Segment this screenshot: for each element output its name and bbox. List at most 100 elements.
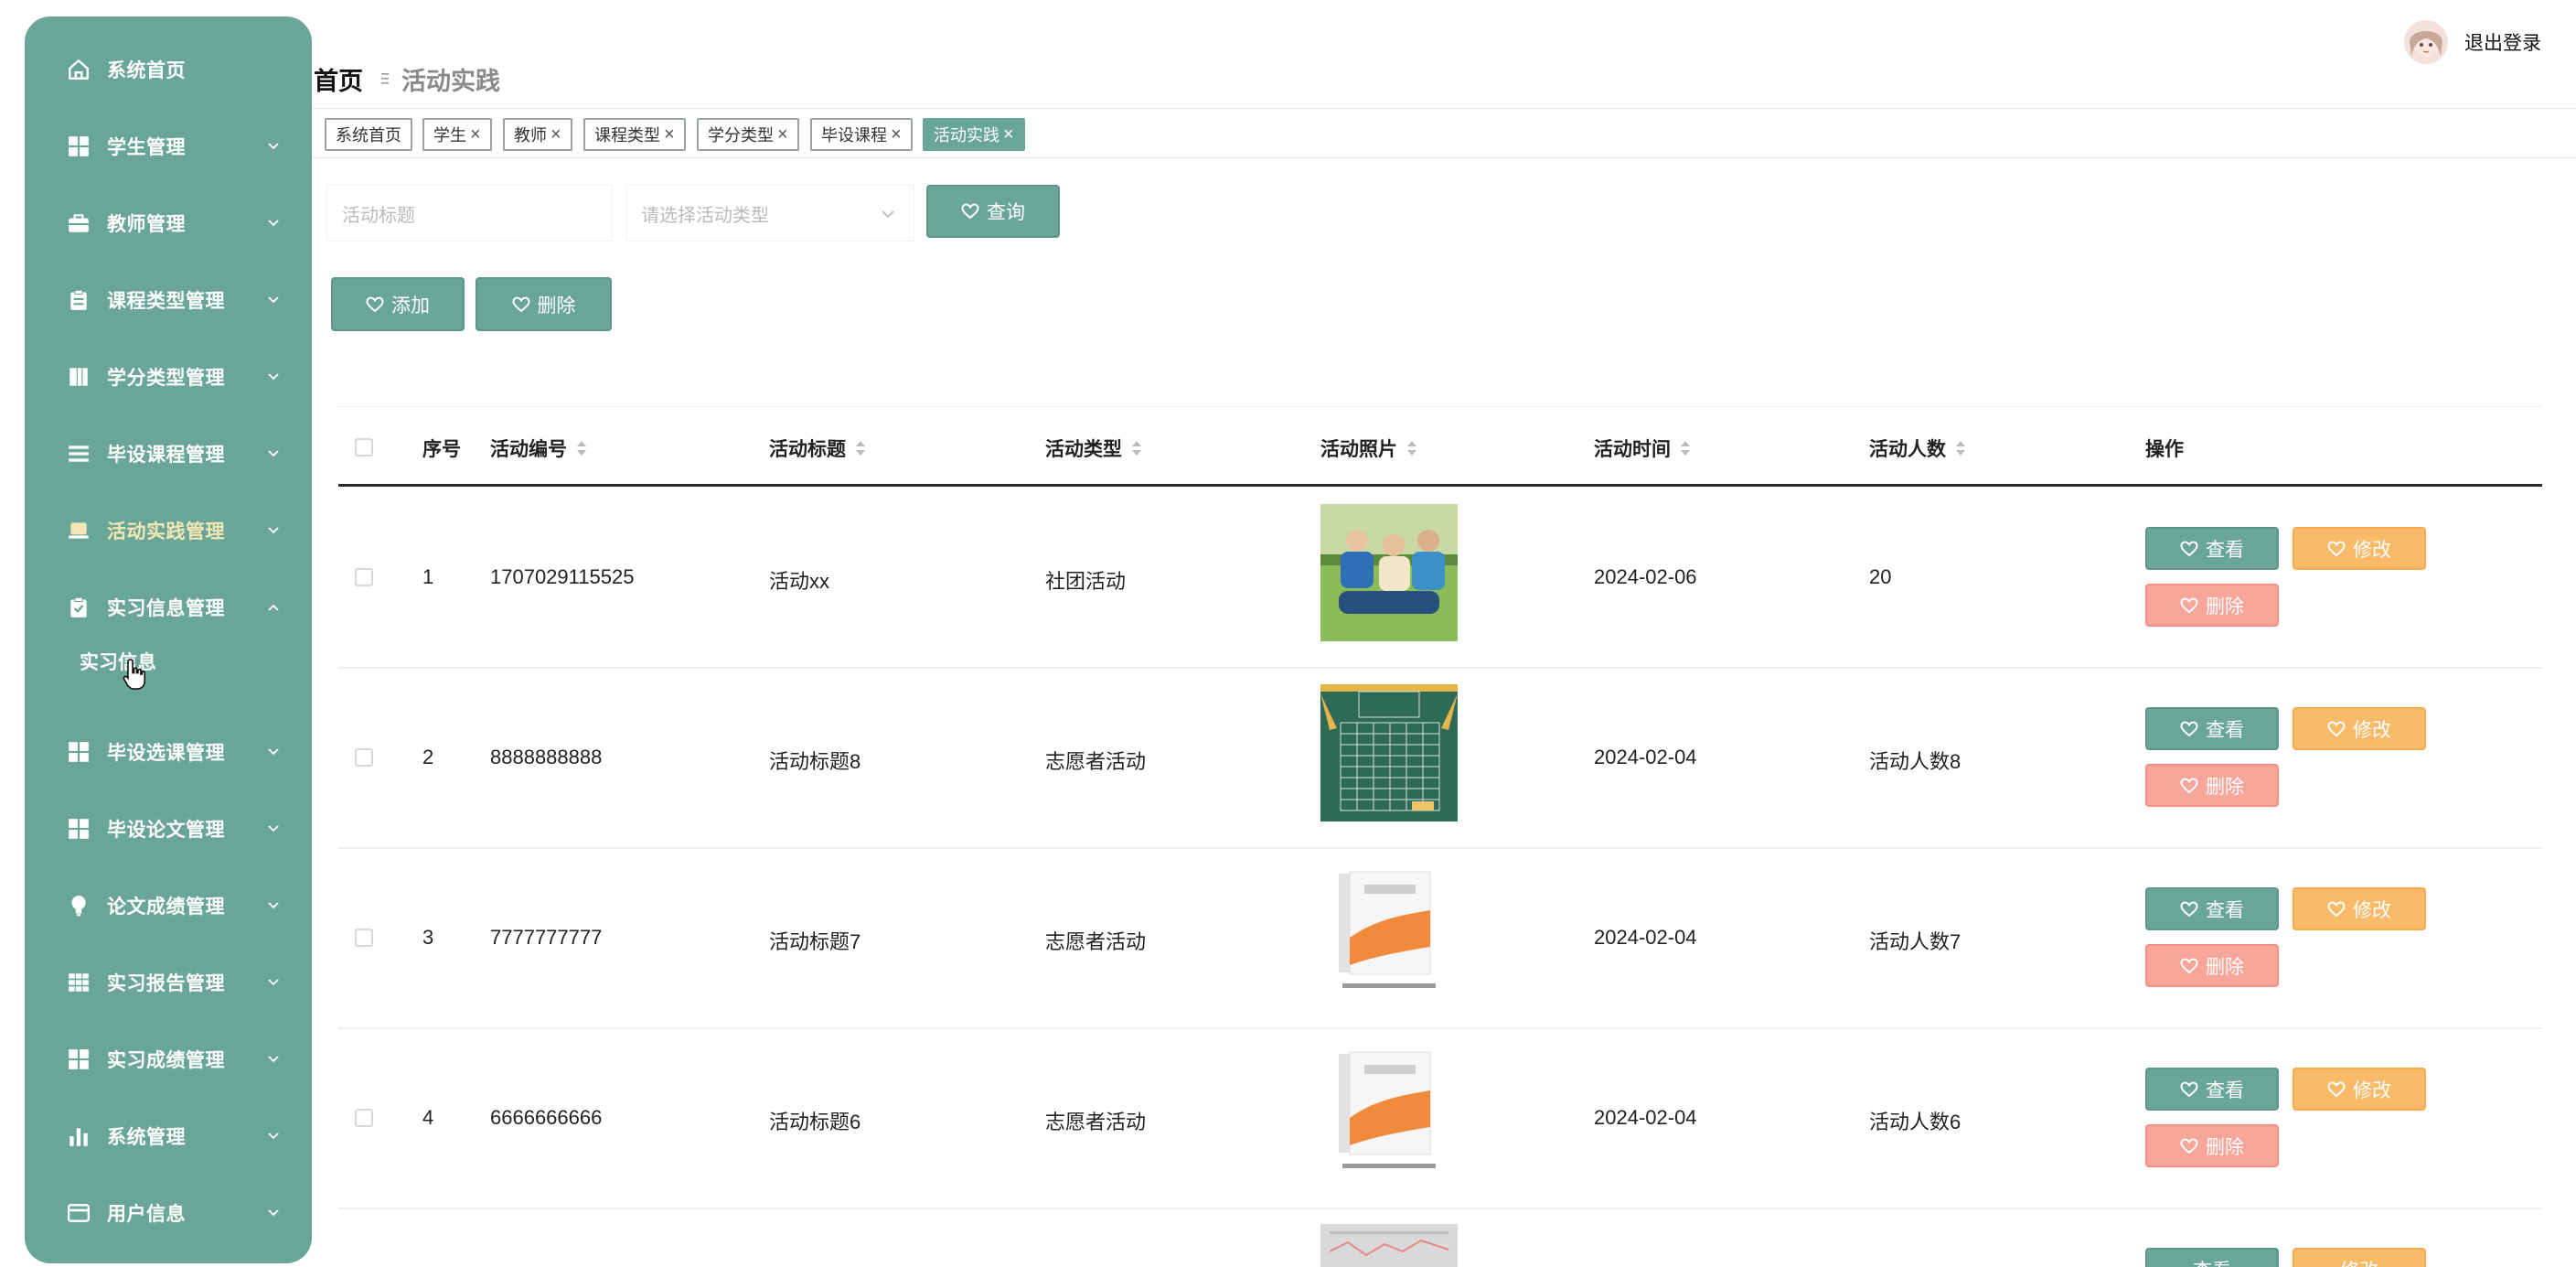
chevron-down-icon [268, 220, 279, 227]
header-title[interactable]: 活动标题 [769, 435, 866, 462]
row-checkbox[interactable] [355, 929, 373, 947]
view-button[interactable]: 查看 [2145, 1248, 2279, 1267]
sort-icon[interactable] [576, 439, 587, 457]
delete-button[interactable]: 删除 [2145, 944, 2279, 987]
delete-button[interactable]: 删除 [2145, 1124, 2279, 1167]
header-count[interactable]: 活动人数 [1869, 435, 1966, 462]
sidebar-item-home[interactable]: 系统首页 [25, 42, 312, 97]
sidebar-item-thesis-selection[interactable]: 毕设选课管理 [25, 725, 312, 779]
sidebar-item-internship-info[interactable]: 实习信息管理 [25, 580, 312, 635]
sidebar-item-label: 毕设论文管理 [107, 820, 225, 841]
sort-icon[interactable] [855, 439, 866, 457]
cell-title: 活动标题7 [769, 930, 861, 953]
sidebar-item-label: 学分类型管理 [107, 368, 225, 389]
cell-count: 活动人数7 [1869, 930, 1961, 953]
add-button[interactable]: 添加 [331, 277, 465, 331]
activity-title-input[interactable]: 活动标题 [326, 185, 613, 242]
tag-thesis-courses[interactable]: 毕设课程 × [810, 118, 913, 151]
heart-icon [2327, 1080, 2346, 1097]
sidebar-item-thesis-grades[interactable]: 论文成绩管理 [25, 878, 312, 933]
sort-icon[interactable] [1131, 439, 1142, 457]
edit-button[interactable]: 修改 [2293, 527, 2426, 570]
sidebar-item-label: 教师管理 [107, 214, 186, 235]
activity-photo[interactable] [1320, 864, 1458, 1002]
cell-type: 志愿者活动 [1045, 750, 1147, 773]
tag-home[interactable]: 系统首页 [325, 118, 412, 151]
close-icon[interactable]: × [470, 124, 481, 145]
logout-link[interactable]: 退出登录 [2464, 28, 2541, 56]
delete-button[interactable]: 删除 [2145, 584, 2279, 627]
view-button[interactable]: 查看 [2145, 707, 2279, 750]
cell-code: 1707029115525 [490, 565, 635, 588]
card-icon [67, 1204, 91, 1222]
edit-button[interactable]: 修改 [2293, 887, 2426, 930]
chevron-down-icon [882, 210, 894, 219]
row-checkbox[interactable] [355, 568, 373, 586]
edit-button[interactable]: 修改 [2293, 1248, 2426, 1267]
close-icon[interactable]: × [891, 124, 902, 145]
hand-cursor-icon [123, 659, 146, 690]
sort-icon[interactable] [1955, 439, 1966, 457]
sort-icon[interactable] [1680, 439, 1691, 457]
add-label: 添加 [391, 295, 430, 317]
activity-type-select[interactable]: 请选择活动类型 [625, 185, 914, 242]
row-checkbox[interactable] [355, 748, 373, 767]
chevron-down-icon [268, 825, 279, 832]
delete-button[interactable]: 删除 [2145, 764, 2279, 807]
select-all-checkbox[interactable] [355, 438, 373, 456]
sidebar-item-internship-reports[interactable]: 实习报告管理 [25, 955, 312, 1010]
close-icon[interactable]: × [664, 124, 675, 145]
tag-students[interactable]: 学生 × [422, 118, 492, 151]
avatar-image [2404, 20, 2448, 64]
tag-label: 系统首页 [336, 126, 401, 145]
avatar[interactable] [2404, 20, 2448, 64]
tag-credit-types[interactable]: 学分类型 × [697, 118, 799, 151]
header-time[interactable]: 活动时间 [1594, 435, 1691, 462]
sidebar-item-user-info[interactable]: 用户信息 [25, 1186, 312, 1240]
edit-button[interactable]: 修改 [2293, 1068, 2426, 1111]
breadcrumb: 首页 活动实践 [314, 60, 500, 97]
heart-icon [961, 203, 979, 220]
close-icon[interactable]: × [550, 124, 561, 145]
activity-photo[interactable] [1320, 1045, 1458, 1182]
sidebar-item-course-types[interactable]: 课程类型管理 [25, 273, 312, 327]
activity-photo[interactable] [1320, 1224, 1458, 1267]
tag-course-types[interactable]: 课程类型 × [583, 118, 686, 151]
sidebar-item-teachers[interactable]: 教师管理 [25, 196, 312, 251]
sidebar-item-students[interactable]: 学生管理 [25, 119, 312, 174]
query-button[interactable]: 查询 [926, 185, 1060, 238]
sidebar-item-internship-grades[interactable]: 实习成绩管理 [25, 1032, 312, 1087]
tag-teachers[interactable]: 教师 × [503, 118, 572, 151]
sidebar-item-thesis-courses[interactable]: 毕设课程管理 [25, 426, 312, 481]
sidebar-item-activities[interactable]: 活动实践管理 [25, 503, 312, 558]
heart-icon [2180, 1080, 2198, 1097]
activity-photo[interactable] [1320, 504, 1458, 641]
heart-icon [2180, 540, 2198, 556]
sidebar-item-credit-types[interactable]: 学分类型管理 [25, 349, 312, 404]
chevron-down-icon [268, 748, 279, 756]
header-photo[interactable]: 活动照片 [1320, 435, 1417, 462]
edit-button[interactable]: 修改 [2293, 707, 2426, 750]
tag-activities[interactable]: 活动实践 × [923, 118, 1025, 151]
sidebar-item-system[interactable]: 系统管理 [25, 1109, 312, 1164]
view-button[interactable]: 查看 [2145, 1068, 2279, 1111]
header-code[interactable]: 活动编号 [490, 435, 587, 462]
header-index: 序号 [422, 439, 461, 460]
sidebar-item-thesis-papers[interactable]: 毕设论文管理 [25, 801, 312, 856]
close-icon[interactable]: × [777, 124, 788, 145]
sidebar-subitem-internship-info[interactable]: 实习信息 [80, 639, 290, 690]
heart-icon [2180, 957, 2198, 973]
activity-photo[interactable] [1320, 684, 1458, 821]
row-checkbox[interactable] [355, 1109, 373, 1127]
sidebar-item-label: 毕设课程管理 [107, 445, 225, 466]
view-button[interactable]: 查看 [2145, 527, 2279, 570]
breadcrumb-home[interactable]: 首页 [314, 61, 363, 97]
clipboard-check-icon [70, 596, 87, 617]
bulk-delete-button[interactable]: 删除 [476, 277, 612, 331]
header-type[interactable]: 活动类型 [1045, 435, 1142, 462]
laptop-icon [69, 522, 89, 539]
view-button[interactable]: 查看 [2145, 887, 2279, 930]
view-label: 查看 [2206, 899, 2244, 921]
sort-icon[interactable] [1406, 439, 1417, 457]
close-icon[interactable]: × [1003, 124, 1014, 145]
